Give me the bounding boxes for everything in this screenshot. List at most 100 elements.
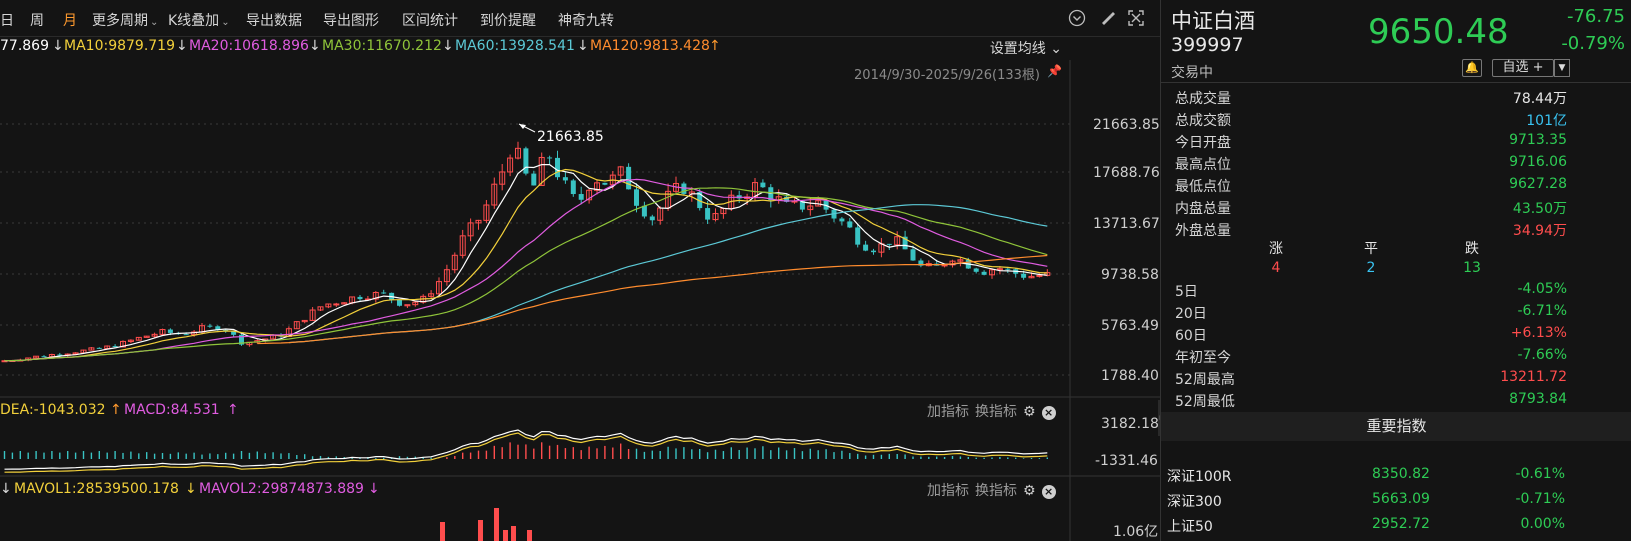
candle-body xyxy=(634,189,639,206)
stat-value: 43.50万 xyxy=(1512,201,1567,217)
stat-value: 78.44万 xyxy=(1512,91,1567,107)
index-row-price: 5663.09 xyxy=(1372,491,1430,507)
gear-icon[interactable]: ⚙ xyxy=(1023,404,1036,420)
close-icon[interactable]: × xyxy=(1041,406,1056,420)
close-icon[interactable]: × xyxy=(1041,485,1056,499)
arrow-up-icon: ↑ xyxy=(110,402,122,418)
candle-body xyxy=(602,182,608,185)
candle-body xyxy=(847,221,853,228)
price-tick: 1788.40 xyxy=(1101,368,1159,384)
divider xyxy=(1161,82,1631,83)
period-label: 60日 xyxy=(1175,328,1207,344)
volume-bar xyxy=(494,508,499,541)
price-tick: 13713.67 xyxy=(1093,216,1160,232)
gear-icon[interactable]: ⚙ xyxy=(1023,483,1036,499)
candle-body xyxy=(871,250,876,253)
macd-tick: -1331.46 xyxy=(1095,453,1158,469)
volume-bar xyxy=(440,522,445,541)
candle-body xyxy=(886,243,892,245)
volume-bar xyxy=(503,530,508,541)
bell-icon[interactable]: 🔔 xyxy=(1462,59,1482,77)
macd-tick: 3182.18 xyxy=(1101,416,1159,432)
candle-body xyxy=(112,346,118,348)
period-label: 52周最高 xyxy=(1175,372,1235,388)
index-name: 中证白酒 xyxy=(1171,9,1255,33)
index-row[interactable]: 深证300 5663.09 -0.71% xyxy=(1167,491,1565,515)
volume-bar xyxy=(511,526,516,541)
period-row: 20日 -6.71% xyxy=(1175,303,1567,325)
candle-body xyxy=(760,182,766,188)
index-row-change: 0.00% xyxy=(1520,516,1565,532)
up-count-label: 涨 xyxy=(1269,241,1283,257)
flat-count-label: 平 xyxy=(1364,241,1378,257)
add-indicator-button[interactable]: 加指标 xyxy=(927,483,969,499)
index-row[interactable]: 上证50 2952.72 0.00% xyxy=(1167,516,1565,540)
mavol1-value: MAVOL1:28539500.178 xyxy=(14,481,179,497)
volume-axis: 1.06亿 xyxy=(1113,524,1158,540)
quote-panel: 中证白酒 399997 交易中 9650.48 -76.75 -0.79% 🔔 … xyxy=(1160,0,1631,541)
stat-value: 9716.06 xyxy=(1509,154,1567,170)
candle-body xyxy=(705,208,711,220)
add-to-watchlist-button[interactable]: 自选 + xyxy=(1492,59,1554,77)
candle-body xyxy=(41,356,47,358)
volume-bars xyxy=(440,508,532,541)
candle-body xyxy=(555,157,560,178)
switch-indicator-button[interactable]: 换指标 xyxy=(975,483,1017,499)
candle-body xyxy=(96,347,102,349)
period-row: 52周最低 8793.84 xyxy=(1175,391,1567,413)
candle-body xyxy=(1005,268,1011,270)
volume-bar xyxy=(478,520,483,541)
index-row-change: -0.71% xyxy=(1515,491,1565,507)
stat-value: 9627.28 xyxy=(1509,176,1567,192)
candle-body xyxy=(649,216,655,221)
macd-value: MACD:84.531 xyxy=(124,402,220,418)
period-value: 8793.84 xyxy=(1509,391,1567,407)
candle-body xyxy=(207,325,213,327)
candle-body xyxy=(863,244,869,251)
index-row[interactable]: 深证100R 8350.82 -0.61% xyxy=(1167,466,1565,490)
candle-body xyxy=(381,292,387,294)
stat-label: 内盘总量 xyxy=(1175,201,1231,217)
volume-header: ↓ MAVOL1:28539500.178 ↓ MAVOL2:29874873.… xyxy=(0,478,1070,500)
market-breadth: 涨 平 跌 4 2 13 xyxy=(1161,236,1581,280)
stat-row: 内盘总量 43.50万 xyxy=(1175,198,1567,220)
period-row: 52周最高 13211.72 xyxy=(1175,369,1567,391)
candle-body xyxy=(910,249,916,261)
index-row-change: -0.61% xyxy=(1515,466,1565,482)
add-indicator-button[interactable]: 加指标 xyxy=(927,404,969,420)
macd-header: DEA:-1043.032 ↑ MACD:84.531 ↑ xyxy=(0,399,1070,421)
period-row: 5日 -4.05% xyxy=(1175,281,1567,303)
period-row: 60日 +6.13% xyxy=(1175,325,1567,347)
price-tick: 21663.85 xyxy=(1093,117,1160,133)
stat-label: 总成交量 xyxy=(1175,91,1231,107)
ma-lines xyxy=(4,164,1048,362)
price-tick: 17688.76 xyxy=(1093,165,1160,181)
price-change: -76.75 xyxy=(1566,6,1625,27)
stat-label: 总成交额 xyxy=(1175,113,1231,129)
candle-body xyxy=(531,173,537,186)
period-row: 年初至今 -7.66% xyxy=(1175,347,1567,369)
candle-body xyxy=(167,329,173,333)
candle-body xyxy=(981,271,987,275)
max-price-label: 21663.85 xyxy=(537,129,604,145)
volume-tick: 1.06亿 xyxy=(1113,524,1158,540)
volume-tools: 加指标 换指标 ⚙ × xyxy=(927,480,1056,500)
stat-value: 101亿 xyxy=(1526,113,1567,129)
current-price: 9650.48 xyxy=(1368,12,1509,52)
arrow-down-icon: ↓ xyxy=(0,481,12,497)
period-value: 13211.72 xyxy=(1500,369,1567,385)
price-tick: 5763.49 xyxy=(1101,318,1159,334)
index-code: 399997 xyxy=(1171,34,1244,56)
volume-bar xyxy=(527,530,532,541)
stat-value: 9713.35 xyxy=(1509,132,1567,148)
caret-down-icon[interactable]: ▼ xyxy=(1554,59,1570,77)
price-change-pct: -0.79% xyxy=(1561,33,1625,54)
kline-chart[interactable]: 21663.85 17688.76 13713.67 9738.58 5763.… xyxy=(0,0,1160,541)
down-count: 13 xyxy=(1463,260,1481,276)
trade-status: 交易中 xyxy=(1171,65,1213,81)
switch-indicator-button[interactable]: 换指标 xyxy=(975,404,1017,420)
period-value: +6.13% xyxy=(1510,325,1567,341)
arrow-up-icon: ↑ xyxy=(227,402,239,418)
mavol2-value: MAVOL2:29874873.889 xyxy=(199,481,364,497)
index-row-price: 2952.72 xyxy=(1372,516,1430,532)
